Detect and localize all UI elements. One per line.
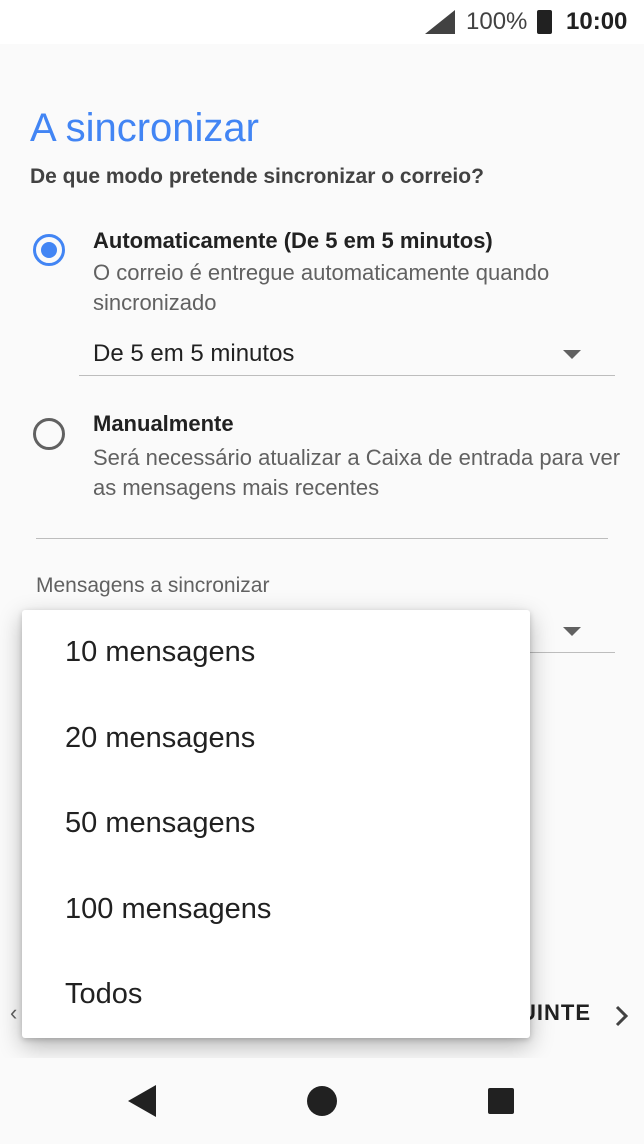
- signal-icon: [425, 10, 455, 34]
- option-description: O correio é entregue automaticamente qua…: [93, 260, 550, 315]
- next-button-label: UINTE: [520, 1000, 591, 1025]
- dropdown-item[interactable]: 20 mensagens: [65, 722, 255, 755]
- battery-icon: [537, 10, 552, 34]
- radio-selected-icon[interactable]: [33, 234, 65, 266]
- dropdown-item[interactable]: 50 mensagens: [65, 807, 255, 840]
- messages-section-label: Mensagens a sincronizar: [36, 574, 270, 597]
- home-icon[interactable]: [307, 1086, 337, 1116]
- navigation-bar: [0, 1058, 644, 1144]
- divider: [36, 538, 608, 539]
- chevron-right-icon: [615, 1005, 629, 1027]
- battery-percent: 100%: [466, 8, 528, 35]
- option-title: Automaticamente (De 5 em 5 minutos): [93, 228, 493, 253]
- messages-dropdown-menu: 10 mensagens 20 mensagens 50 mensagens 1…: [22, 610, 530, 1038]
- option-title: Manualmente: [93, 411, 234, 436]
- spinner-value: De 5 em 5 minutos: [93, 340, 295, 367]
- dropdown-arrow-icon: [563, 627, 581, 636]
- option-description: Será necessário atualizar a Caixa de ent…: [93, 445, 621, 500]
- page-title: A sincronizar: [30, 106, 259, 150]
- dropdown-item[interactable]: 100 mensagens: [65, 893, 271, 926]
- status-bar: 100% 10:00: [0, 0, 644, 44]
- spinner-underline: [79, 375, 615, 376]
- back-icon[interactable]: [128, 1085, 156, 1117]
- recent-apps-icon[interactable]: [488, 1088, 514, 1114]
- page-subtitle: De que modo pretende sincronizar o corre…: [30, 165, 484, 188]
- clock: 10:00: [566, 8, 628, 35]
- dropdown-arrow-icon: [563, 350, 581, 359]
- dropdown-item[interactable]: 10 mensagens: [65, 636, 255, 669]
- chevron-left-icon[interactable]: ‹: [10, 1000, 17, 1026]
- dropdown-item[interactable]: Todos: [65, 978, 142, 1011]
- spinner-underline: [530, 652, 615, 653]
- radio-unselected-icon[interactable]: [33, 418, 65, 450]
